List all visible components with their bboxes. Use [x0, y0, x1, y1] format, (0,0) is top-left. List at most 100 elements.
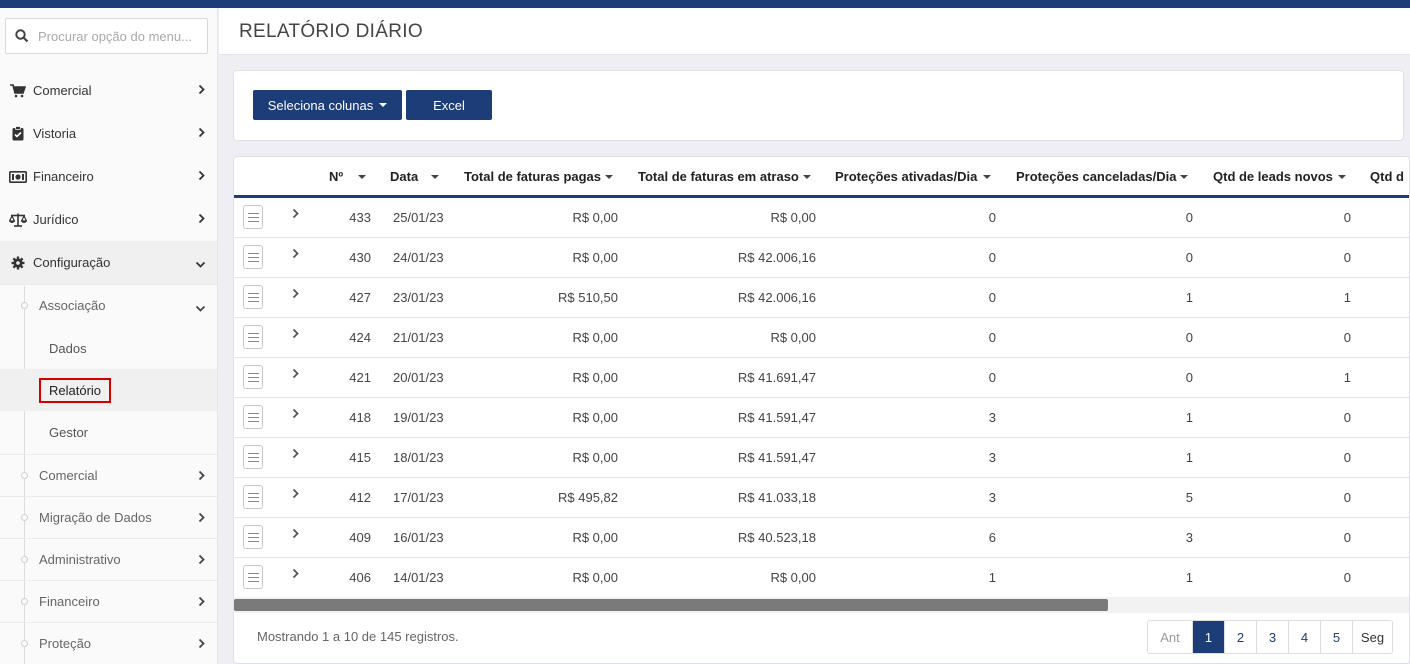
subitem-label: Migração de Dados	[39, 510, 152, 525]
expand-row-icon[interactable]	[292, 287, 300, 302]
row-menu-icon[interactable]	[243, 485, 263, 509]
cell-data: 20/01/23	[393, 370, 444, 385]
column-header-protecoes-ativadas[interactable]: Proteções ativadas/Dia	[835, 169, 977, 184]
cell-data: 21/01/23	[393, 330, 444, 345]
excel-export-button[interactable]: Excel	[406, 90, 492, 120]
row-menu-icon[interactable]	[243, 365, 263, 389]
sidebar-subitem-financeiro[interactable]: Financeiro	[0, 580, 217, 622]
pagination-page-2[interactable]: 2	[1224, 621, 1256, 653]
pagination-page-3[interactable]: 3	[1256, 621, 1288, 653]
subitem-label: Financeiro	[39, 594, 100, 609]
cell-atraso: R$ 41.591,47	[737, 450, 816, 465]
table-row[interactable]: 412 17/01/23 R$ 495,82 R$ 41.033,18 3 5 0	[234, 478, 1409, 518]
sidebar-subitem-administrativo[interactable]: Administrativo	[0, 538, 217, 580]
expand-row-icon[interactable]	[292, 367, 300, 382]
table-row[interactable]: 433 25/01/23 R$ 0,00 R$ 0,00 0 0 0	[234, 198, 1409, 238]
sidebar-subitem-protecao[interactable]: Proteção	[0, 622, 217, 664]
sort-caret-icon[interactable]	[803, 175, 811, 179]
chevron-right-icon	[198, 595, 206, 610]
sidebar-item-comercial[interactable]: Comercial	[0, 69, 217, 112]
row-menu-icon[interactable]	[243, 445, 263, 469]
row-menu-icon[interactable]	[243, 525, 263, 549]
pagination-prev[interactable]: Ant	[1148, 621, 1192, 653]
column-header-protecoes-canceladas[interactable]: Proteções canceladas/Dia	[1016, 169, 1176, 184]
row-menu-icon[interactable]	[243, 205, 263, 229]
sort-caret-icon[interactable]	[358, 175, 366, 179]
pagination-next[interactable]: Seg	[1352, 621, 1392, 653]
table-row[interactable]: 430 24/01/23 R$ 0,00 R$ 42.006,16 0 0 0	[234, 238, 1409, 278]
cell-data: 19/01/23	[393, 410, 444, 425]
table-row[interactable]: 406 14/01/23 R$ 0,00 R$ 0,00 1 1 0	[234, 558, 1409, 598]
table-row[interactable]: 427 23/01/23 R$ 510,50 R$ 42.006,16 0 1 1	[234, 278, 1409, 318]
menu-search[interactable]	[5, 18, 208, 54]
cell-canceladas: 0	[1185, 370, 1193, 385]
clipboard-check-icon	[0, 126, 33, 141]
row-menu-icon[interactable]	[243, 325, 263, 349]
scrollbar-thumb[interactable]	[234, 599, 1108, 611]
sidebar-subitem-relatorio[interactable]: Relatório	[0, 369, 217, 411]
column-header-leads-novos[interactable]: Qtd de leads novos	[1213, 169, 1333, 184]
table-row[interactable]: 415 18/01/23 R$ 0,00 R$ 41.591,47 3 1 0	[234, 438, 1409, 478]
cell-n: 418	[349, 410, 371, 425]
cell-atraso: R$ 41.591,47	[737, 410, 816, 425]
row-menu-icon[interactable]	[243, 405, 263, 429]
table-row[interactable]: 421 20/01/23 R$ 0,00 R$ 41.691,47 0 0 1	[234, 358, 1409, 398]
expand-row-icon[interactable]	[292, 247, 300, 262]
sort-caret-icon[interactable]	[605, 175, 613, 179]
table-row[interactable]: 409 16/01/23 R$ 0,00 R$ 40.523,18 6 3 0	[234, 518, 1409, 558]
expand-row-icon[interactable]	[292, 527, 300, 542]
expand-row-icon[interactable]	[292, 207, 300, 222]
subitem-label: Associação	[39, 298, 106, 313]
table-row[interactable]: 424 21/01/23 R$ 0,00 R$ 0,00 0 0 0	[234, 318, 1409, 358]
cell-ativadas: 0	[988, 330, 996, 345]
sidebar-subitem-comercial[interactable]: Comercial	[0, 454, 217, 496]
cell-ativadas: 0	[988, 290, 996, 305]
expand-row-icon[interactable]	[292, 407, 300, 422]
cell-atraso: R$ 41.033,18	[737, 490, 816, 505]
cell-leads: 1	[1343, 290, 1351, 305]
tree-node	[21, 640, 28, 647]
sidebar-subitem-associacao[interactable]: Associação	[0, 284, 217, 326]
chevron-right-icon	[198, 212, 206, 227]
cell-ativadas: 1	[988, 570, 996, 585]
row-menu-icon[interactable]	[243, 565, 263, 589]
row-menu-icon[interactable]	[243, 245, 263, 269]
sidebar-subitem-dados[interactable]: Dados	[0, 327, 217, 369]
expand-row-icon[interactable]	[292, 447, 300, 462]
sidebar-subitem-gestor[interactable]: Gestor	[0, 411, 217, 453]
column-header-faturas-pagas[interactable]: Total de faturas pagas	[464, 169, 601, 184]
expand-row-icon[interactable]	[292, 327, 300, 342]
subitem-label: Comercial	[39, 468, 98, 483]
cell-n: 433	[349, 210, 371, 225]
sidebar-item-juridico[interactable]: Jurídico	[0, 198, 217, 241]
sort-caret-icon[interactable]	[983, 175, 991, 179]
table-row[interactable]: 418 19/01/23 R$ 0,00 R$ 41.591,47 3 1 0	[234, 398, 1409, 438]
column-header-numero[interactable]: Nº	[329, 169, 343, 184]
pagination-page-1[interactable]: 1	[1192, 621, 1224, 653]
tree-node	[21, 598, 28, 605]
select-columns-button[interactable]: Seleciona colunas	[253, 90, 402, 120]
cell-ativadas: 3	[988, 410, 996, 425]
pagination-page-5[interactable]: 5	[1320, 621, 1352, 653]
horizontal-scrollbar[interactable]	[234, 597, 1409, 613]
column-header-data[interactable]: Data	[390, 169, 418, 184]
chevron-right-icon	[198, 469, 206, 484]
row-menu-icon[interactable]	[243, 285, 263, 309]
sidebar-subitem-migracao[interactable]: Migração de Dados	[0, 496, 217, 538]
sidebar-item-financeiro[interactable]: Financeiro	[0, 155, 217, 198]
column-header-faturas-atraso[interactable]: Total de faturas em atraso	[638, 169, 799, 184]
sidebar-item-configuracao[interactable]: Configuração	[0, 241, 217, 284]
sidebar: Comercial Vistoria Financeiro Jurídico C…	[0, 8, 218, 664]
column-header-qtd-truncated[interactable]: Qtd d	[1370, 169, 1404, 184]
sort-caret-icon[interactable]	[1180, 175, 1188, 179]
search-input[interactable]	[38, 28, 198, 44]
expand-row-icon[interactable]	[292, 487, 300, 502]
sidebar-item-vistoria[interactable]: Vistoria	[0, 112, 217, 155]
sort-caret-icon[interactable]	[1338, 175, 1346, 179]
expand-row-icon[interactable]	[292, 567, 300, 582]
table-info: Mostrando 1 a 10 de 145 registros.	[257, 629, 459, 644]
sort-caret-icon[interactable]	[431, 175, 439, 179]
cell-n: 430	[349, 250, 371, 265]
pagination-page-4[interactable]: 4	[1288, 621, 1320, 653]
cell-data: 24/01/23	[393, 250, 444, 265]
